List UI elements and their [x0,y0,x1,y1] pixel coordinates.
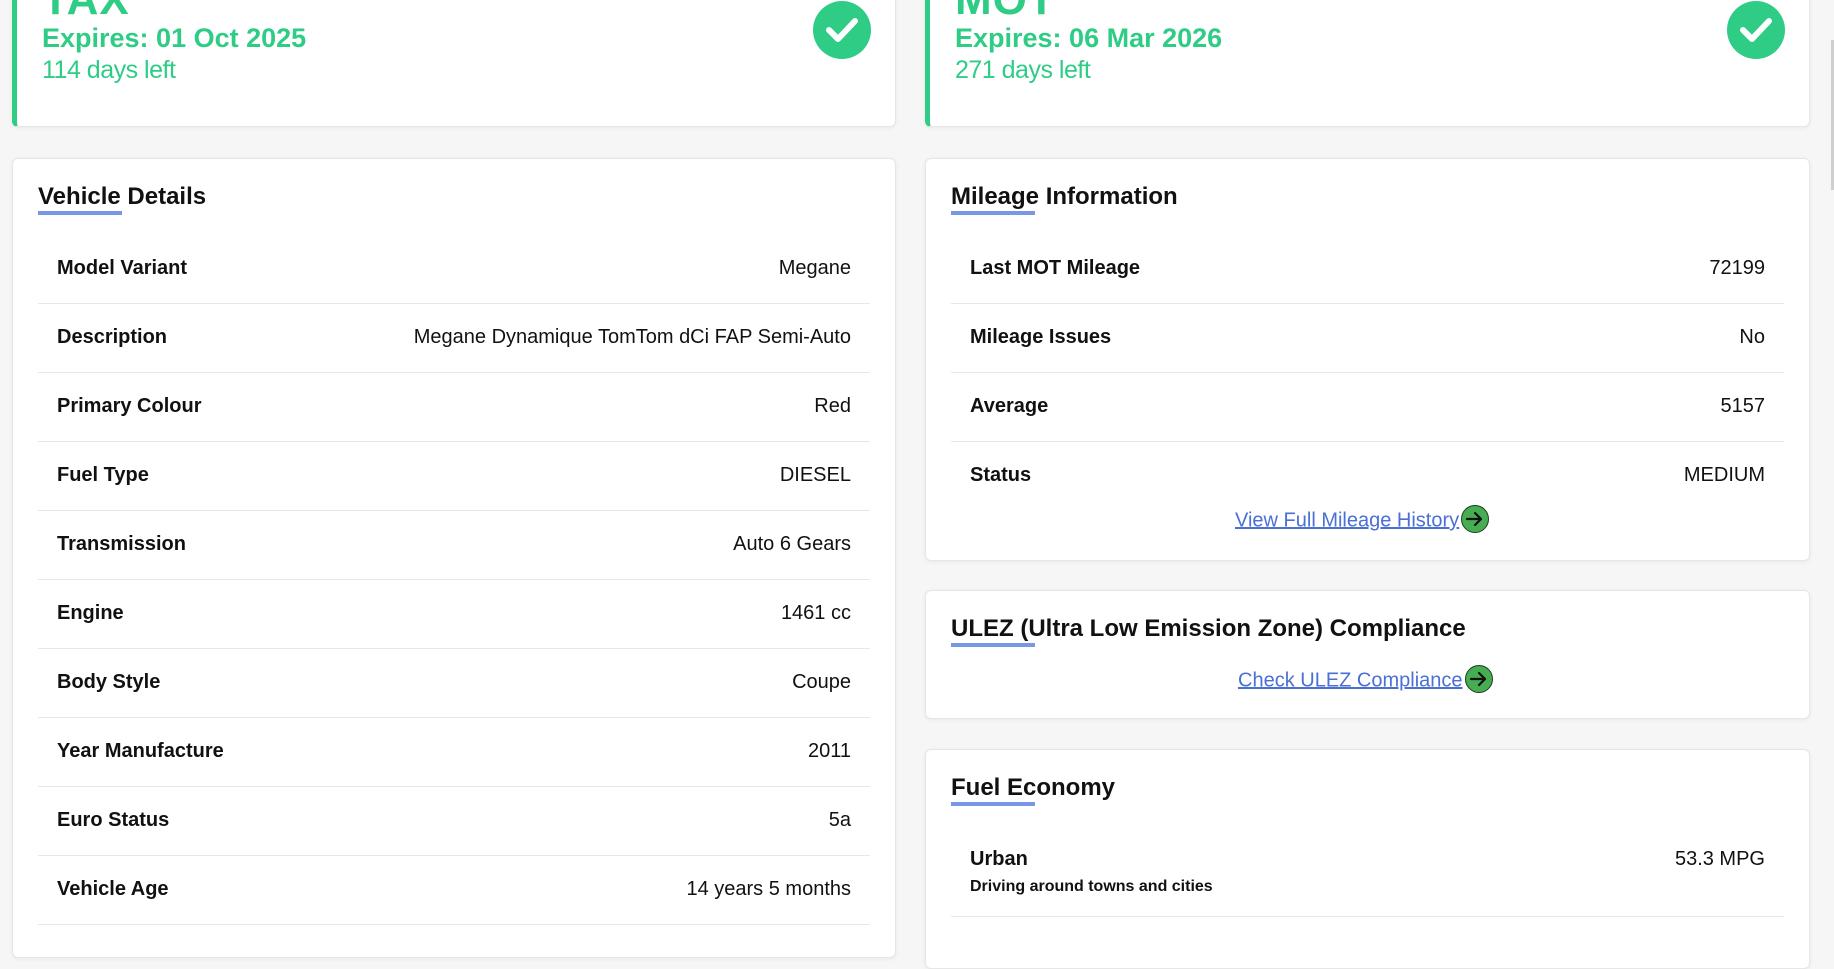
check-circle-icon [813,1,871,59]
detail-label: Year Manufacture [57,740,224,762]
detail-value: Megane Dynamique TomTom dCi FAP Semi-Aut… [413,326,851,348]
detail-row-description: Description Megane Dynamique TomTom dCi F… [38,304,870,373]
tax-status-card: TAX Expires: 01 Oct 2025 114 days left [12,0,896,127]
vehicle-details-card: Vehicle Details Model Variant Megane Desc… [12,158,896,958]
check-ulez-label: Check ULEZ Compliance [1238,669,1463,692]
mot-expiry: Expires: 06 Mar 2026 [955,23,1223,53]
mileage-row-average: Average 5157 [951,373,1784,442]
vehicle-details-list: Model Variant Megane Description Megane Dy… [38,235,870,925]
fuel-label: Urban [970,848,1028,870]
view-mileage-history-label: View Full Mileage History [1235,509,1460,532]
check-ulez-link[interactable]: Check ULEZ Compliance [1238,665,1493,695]
tax-days-left: 114 days left [42,56,176,84]
detail-value: 1461 cc [780,602,851,624]
title-underline [951,802,1035,806]
fuel-economy-card: Fuel Economy Urban Driving around towns … [925,749,1810,969]
tax-heading: TAX [42,0,130,25]
detail-value: 2011 [807,740,851,762]
view-mileage-history-link[interactable]: View Full Mileage History [1235,505,1490,535]
tax-expiry: Expires: 01 Oct 2025 [42,23,307,53]
detail-label: Fuel Type [57,464,149,486]
detail-row-engine: Engine 1461 cc [38,580,870,649]
detail-label: Primary Colour [57,395,202,417]
detail-value: Coupe [792,671,851,693]
mileage-label: Status [970,464,1032,486]
detail-row-model-variant: Model Variant Megane [38,235,870,304]
mileage-label: Average [970,395,1049,417]
detail-row-euro-status: Euro Status 5a [38,787,870,856]
mileage-card: Mileage Information Last MOT Mileage 7219… [925,158,1810,561]
detail-label: Engine [57,602,124,624]
title-underline [951,211,1035,215]
mileage-list: Last MOT Mileage 72199 Mileage Issues No A… [951,235,1784,510]
mileage-value: MEDIUM [1683,464,1765,486]
fuel-economy-title: Fuel Economy [951,774,1116,801]
detail-label: Description [57,326,168,348]
detail-value: Red [814,395,851,417]
detail-label: Euro Status [57,809,170,831]
detail-label: Body Style [57,671,161,693]
mileage-value: 5157 [1720,395,1766,417]
detail-value: 5a [828,809,851,831]
detail-value: Megane [778,257,851,279]
detail-row-vehicle-age: Vehicle Age 14 years 5 months [38,856,870,925]
mileage-row-status: Status MEDIUM [951,442,1784,510]
detail-row-body-style: Body Style Coupe [38,649,870,718]
vehicle-details-title: Vehicle Details [38,183,207,210]
detail-row-transmission: Transmission Auto 6 Gears [38,511,870,580]
arrow-right-circle-icon [1464,665,1493,693]
fuel-economy-list: Urban Driving around towns and cities 53… [951,826,1784,917]
detail-label: Vehicle Age [57,878,169,900]
mileage-value: 72199 [1709,257,1765,279]
title-underline [38,211,122,215]
arrow-right-circle-icon [1461,505,1490,533]
detail-row-year-manufacture: Year Manufacture 2011 [38,718,870,787]
detail-value: DIESEL [779,464,851,486]
mot-heading: MOT [955,0,1056,25]
mileage-label: Last MOT Mileage [970,257,1141,279]
fuel-sub-label: Driving around towns and cities [970,878,1213,895]
mot-days-left: 271 days left [955,56,1091,84]
fuel-row-urban: Urban Driving around towns and cities 53… [951,826,1784,917]
detail-value: Auto 6 Gears [733,533,851,555]
ulez-card: ULEZ (Ultra Low Emission Zone) Complianc… [925,590,1810,719]
detail-row-fuel-type: Fuel Type DIESEL [38,442,870,511]
detail-label: Model Variant [57,257,188,279]
mileage-value: No [1739,326,1765,348]
title-underline [951,643,1035,647]
detail-label: Transmission [57,533,186,555]
mileage-row-last-mot: Last MOT Mileage 72199 [951,235,1784,304]
fuel-value: 53.3 MPG [1674,848,1765,870]
mileage-label: Mileage Issues [970,326,1112,348]
ulez-title: ULEZ (Ultra Low Emission Zone) Complianc… [951,615,1466,642]
detail-row-primary-colour: Primary Colour Red [38,373,870,442]
check-circle-icon [1727,1,1785,59]
mileage-row-issues: Mileage Issues No [951,304,1784,373]
detail-value: 14 years 5 months [686,878,851,900]
mot-status-card: MOT Expires: 06 Mar 2026 271 days left [925,0,1810,127]
mileage-title: Mileage Information [951,183,1178,210]
